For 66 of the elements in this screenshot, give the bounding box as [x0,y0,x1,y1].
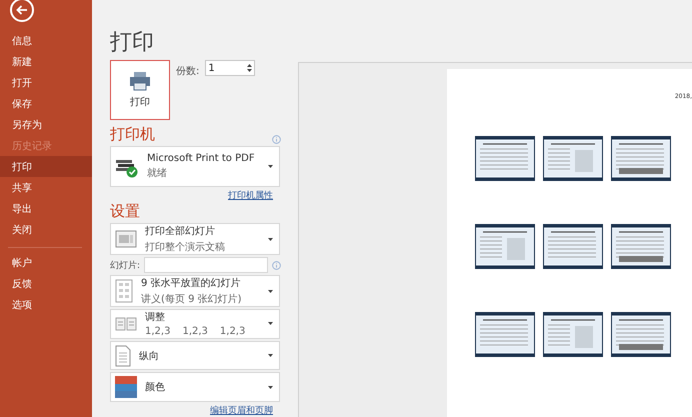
portrait-page-icon [115,344,131,367]
info-icon [272,260,281,270]
dropdown-subtitle: 讲义(每页 9 张幻灯片) [141,292,242,306]
section-heading: 打印机 [110,125,155,144]
printer-icon [129,71,151,91]
dropdown-subtitle: 1,2,3 [182,326,208,338]
settings-dropdown[interactable]: 9 张水平放置的幻灯片 讲义(每页 9 张幻灯片) [110,275,280,308]
settings-dropdown[interactable]: 纵向 [110,340,280,370]
caret-icon [268,322,273,326]
printer-status: 就绪 [147,166,168,180]
slide-thumbnail [475,224,535,269]
spinner-arrows-icon [247,63,252,73]
edit-header-footer-link[interactable]: 编辑页眉和页脚 [210,404,273,417]
slide-thumbnail [475,312,535,357]
handout-icon [115,279,133,304]
settings-dropdown[interactable]: 调整 1,2,3 1,2,3 1,2,3 [110,309,280,339]
sidebar-item[interactable]: 共享 [0,177,92,198]
dropdown-title: 调整 [145,311,166,324]
dropdown-title: 颜色 [145,380,166,394]
sidebar-item[interactable]: 打开 [0,72,92,93]
slides-icon [115,230,137,248]
slide-thumbnail [543,224,603,269]
sidebar-item[interactable]: 选项 [0,294,92,315]
page-title: 打印 [110,29,155,57]
copies-label: 份数: [176,65,200,79]
sidebar-item[interactable]: 打印 [0,156,92,177]
caret-icon [268,354,273,358]
back-button[interactable] [10,0,34,22]
sidebar-item[interactable]: 新建 [0,51,92,72]
slides-label: 幻灯片: [110,260,140,272]
dropdown-subtitle: 1,2,3 [220,326,246,338]
dropdown-subtitle: 1,2,3 [145,326,170,338]
print-button[interactable]: 打印 [110,60,170,120]
sidebar-item[interactable]: 信息 [0,30,92,51]
collate-icon [115,316,137,332]
printer-dropdown[interactable]: Microsoft Print to PDF 就绪 [110,146,280,188]
dropdown-title: 打印全部幻灯片 [145,224,216,238]
sidebar-item[interactable]: 帐户 [0,252,92,273]
slide-thumbnail [611,136,671,181]
slide-thumbnail [611,224,671,269]
slide-thumbnail [611,312,671,357]
section-heading: 设置 [110,202,140,222]
dropdown-title: 纵向 [139,350,160,363]
printer-properties-link[interactable]: 打印机属性 [228,189,273,202]
caret-icon [268,165,273,168]
color-swatch-icon [115,376,137,398]
caret-icon [268,386,273,389]
caret-icon [268,290,273,293]
printer-name: Microsoft Print to PDF [147,153,256,164]
info-icon [272,135,281,144]
dropdown-subtitle: 打印整个演示文稿 [145,240,225,254]
back-arrow-icon [16,5,28,15]
settings-dropdown[interactable]: 颜色 [110,372,280,402]
dropdown-title: 9 张水平放置的幻灯片 [141,276,242,290]
copies-spinner[interactable]: 1 [205,60,256,76]
sidebar-item[interactable]: 反馈 [0,273,92,294]
slides-input-field[interactable] [144,257,268,274]
slide-thumbnail [543,312,603,357]
caret-icon [268,238,273,241]
sidebar-item[interactable]: 保存 [0,93,92,114]
slide-thumbnail [543,136,603,181]
settings-dropdown[interactable]: 打印全部幻灯片 打印整个演示文稿 [110,223,280,256]
slide-thumbnail [475,136,535,181]
sidebar-item[interactable]: 关闭 [0,219,92,240]
sidebar-item[interactable]: 另存为 [0,114,92,135]
sidebar-item[interactable]: 导出 [0,198,92,219]
